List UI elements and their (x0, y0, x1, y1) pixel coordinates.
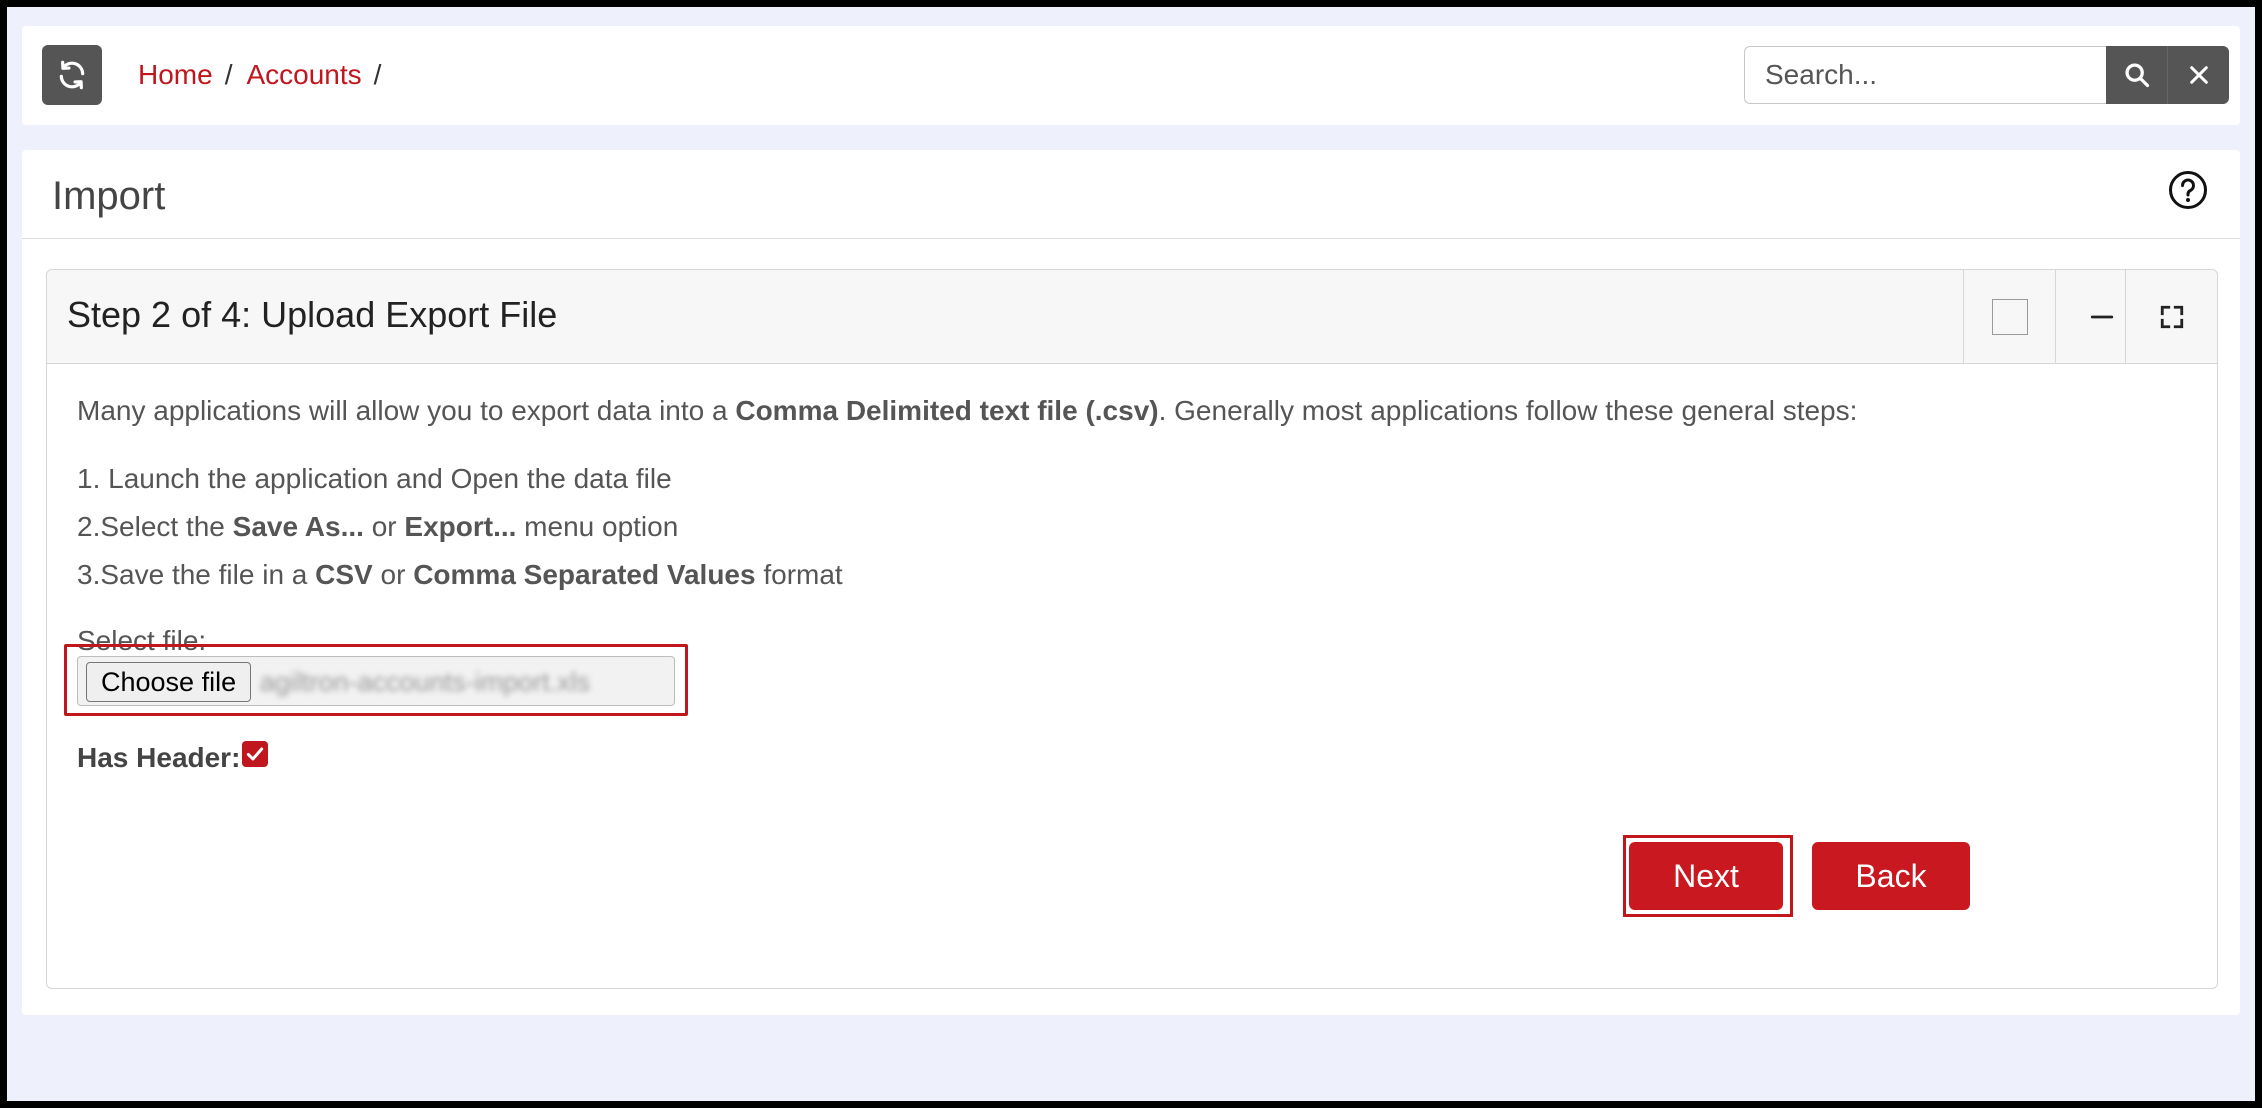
checkmark-icon (247, 747, 264, 761)
breadcrumb-separator: / (224, 59, 233, 90)
has-header-row: Has Header: (77, 741, 269, 774)
search-icon (2124, 63, 2149, 88)
step-3-start: 3.Save the file in a (77, 559, 316, 590)
checkbox-icon (1991, 298, 2028, 335)
card-expand-button[interactable] (2125, 270, 2217, 363)
breadcrumb-home[interactable]: Home (138, 59, 213, 91)
step-2-or: or (363, 511, 405, 542)
step-2-end: menu option (516, 511, 679, 542)
page-title: Import (52, 174, 166, 218)
intro-text-end: . Generally most applications follow the… (1158, 395, 1858, 426)
card-select-button[interactable] (1963, 270, 2055, 363)
step-2-export: Export... (404, 511, 517, 542)
step-3-or: or (372, 559, 414, 590)
title-divider (22, 238, 2240, 239)
top-bar: Home / Accounts / (22, 26, 2240, 125)
close-icon (2189, 66, 2208, 84)
has-header-checkbox[interactable] (242, 741, 269, 767)
refresh-icon (59, 60, 85, 90)
next-button[interactable]: Next (1629, 842, 1783, 910)
help-circle-icon (2169, 171, 2207, 209)
card-header: Step 2 of 4: Upload Export File (47, 270, 2217, 364)
intro-text-start: Many applications will allow you to expo… (77, 395, 736, 426)
search-group (1744, 46, 2229, 104)
step-2-text: 2.Select the Save As... or Export... men… (77, 511, 678, 543)
search-input[interactable] (1744, 46, 2106, 104)
clear-search-button[interactable] (2168, 46, 2229, 104)
step-2-save-as: Save As... (232, 511, 364, 542)
help-button[interactable] (2168, 170, 2208, 210)
search-button[interactable] (2106, 46, 2167, 104)
minus-icon (2090, 315, 2113, 318)
step-3-text: 3.Save the file in a CSV or Comma Separa… (77, 559, 843, 591)
back-button[interactable]: Back (1812, 842, 1970, 910)
step-3-csv: CSV (315, 559, 373, 590)
breadcrumb-separator: / (373, 59, 382, 90)
step-2-start: 2.Select the (77, 511, 233, 542)
expand-icon (2160, 305, 2183, 328)
intro-text: Many applications will allow you to expo… (77, 395, 1857, 427)
step-3-end: format (755, 559, 843, 590)
has-header-label: Has Header: (77, 742, 241, 773)
file-input-highlight (64, 644, 688, 716)
step-3-comma-separated: Comma Separated Values (413, 559, 756, 590)
main-panel: Import Step 2 of 4: Upload Export File M… (22, 150, 2240, 1015)
card-title: Step 2 of 4: Upload Export File (67, 294, 558, 335)
breadcrumb: Home / Accounts / (138, 59, 385, 91)
intro-text-bold: Comma Delimited text file (.csv) (735, 395, 1159, 426)
refresh-button[interactable] (42, 45, 102, 105)
step-1-text: 1. Launch the application and Open the d… (77, 463, 672, 494)
import-step-card: Step 2 of 4: Upload Export File Many app… (46, 269, 2218, 989)
breadcrumb-accounts[interactable]: Accounts (246, 59, 361, 91)
